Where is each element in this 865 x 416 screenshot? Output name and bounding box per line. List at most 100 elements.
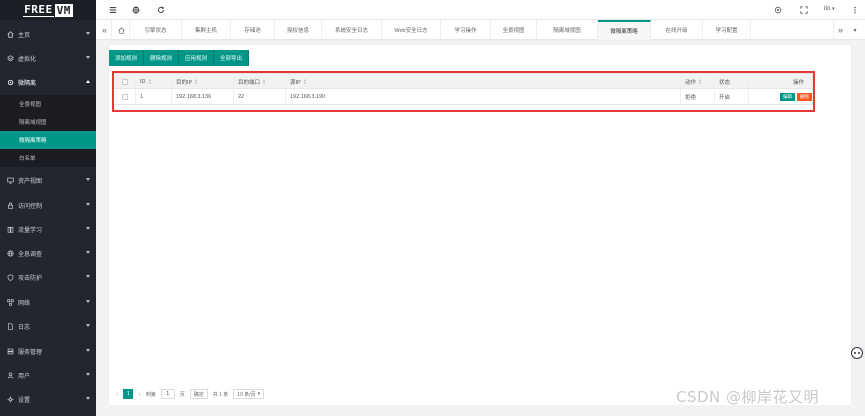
fullscreen-icon[interactable]: [799, 5, 809, 15]
sidebar-item-label: 日志: [18, 324, 31, 331]
gear-icon: [7, 79, 14, 86]
sort-icon[interactable]: [699, 79, 702, 84]
sidebar-item-assets[interactable]: 资产视图: [0, 169, 96, 191]
tab-online-upgrade[interactable]: 在线升级: [651, 20, 703, 40]
chevron-down-icon: [86, 32, 90, 35]
tab-isolation-domain[interactable]: 隔离域视图: [537, 20, 598, 40]
theme-icon[interactable]: [773, 5, 783, 15]
tab-bar: « 引擎状态 集群主机 存储池 授权信息 系统安全日志 Web安全日志 学习操作…: [96, 20, 865, 40]
watermark-text: CSDN @柳岸花又明: [676, 388, 820, 406]
column-header-src-ip[interactable]: 源IP: [286, 74, 681, 89]
sort-icon[interactable]: [148, 79, 151, 84]
apply-rule-button[interactable]: 应用规则: [179, 50, 215, 66]
assistant-float-icon[interactable]: [851, 347, 863, 359]
chevron-down-icon: [86, 56, 90, 59]
sidebar: FREE VM 主页 虚拟化 微隔离 全景视图 隔离域视图 微隔离策略 白名单: [0, 0, 96, 416]
chevron-down-icon: [86, 203, 90, 206]
row-checkbox[interactable]: [114, 89, 136, 104]
column-header-dst-port[interactable]: 目的端口: [234, 74, 286, 89]
sidebar-subitem-panorama[interactable]: 全景视图: [0, 95, 96, 113]
cell-dst-port: 22: [234, 89, 286, 104]
sidebar-item-traffic-learning[interactable]: 流量学习: [0, 218, 96, 240]
goto-confirm-button[interactable]: 确定: [189, 389, 208, 399]
user-name: ito: [824, 6, 831, 12]
sidebar-item-label: 虚拟化: [18, 56, 37, 63]
refresh-icon[interactable]: [156, 5, 166, 15]
home-tab-icon[interactable]: [114, 20, 130, 40]
tab-engine-status[interactable]: 引擎状态: [130, 20, 182, 40]
sidebar-item-logs[interactable]: 日志: [0, 315, 96, 337]
tab-learning-ops[interactable]: 学习操作: [441, 20, 491, 40]
page-size-select[interactable]: 10 条/页 ▾: [233, 389, 265, 399]
sidebar-subitem-isolation-domain[interactable]: 隔离域视图: [0, 113, 96, 131]
lock-icon: [7, 202, 14, 209]
policy-table: ID 目的IP 目的端口 源IP 动作 状态 操作 1 192.168.3.13…: [113, 73, 813, 105]
sidebar-item-investigation[interactable]: 全息调查: [0, 242, 96, 264]
file-icon: [7, 322, 14, 330]
column-header-dst-ip[interactable]: 目的IP: [172, 74, 234, 89]
sidebar-subitem-micro-policy[interactable]: 微隔离策略: [0, 131, 96, 149]
sidebar-item-virtualization[interactable]: 虚拟化: [0, 47, 96, 69]
column-header-operations: 操作: [792, 79, 804, 86]
delete-button[interactable]: 删除: [797, 92, 812, 101]
select-all-checkbox[interactable]: [114, 74, 136, 89]
tab-scroll-left-icon[interactable]: «: [98, 20, 112, 40]
shield-icon: [7, 273, 14, 281]
sidebar-submenu: 全景视图 隔离域视图 微隔离策略 白名单: [0, 95, 96, 167]
chevron-down-icon: [86, 300, 90, 303]
tab-license-info[interactable]: 授权信息: [275, 20, 322, 40]
sidebar-item-service-management[interactable]: 服务管理: [0, 340, 96, 362]
sidebar-item-attack-protection[interactable]: 攻击防护: [0, 266, 96, 288]
sort-icon[interactable]: [195, 79, 198, 84]
chevron-down-icon: [86, 373, 90, 376]
tab-menu-icon[interactable]: ▾: [848, 20, 862, 40]
server-icon: [7, 348, 14, 355]
column-header-action[interactable]: 动作: [681, 74, 715, 89]
sidebar-item-users[interactable]: 用户: [0, 364, 96, 386]
tab-cluster-hosts[interactable]: 集群主机: [182, 20, 231, 40]
tab-learning-config[interactable]: 学习配置: [703, 20, 751, 40]
menu-toggle-icon[interactable]: [108, 5, 118, 15]
tab-system-security-log[interactable]: 系统安全日志: [322, 20, 382, 40]
tab-web-security-log[interactable]: Web安全日志: [382, 20, 441, 40]
more-icon[interactable]: [850, 5, 860, 15]
sidebar-item-label: 全息调查: [18, 251, 43, 258]
page-number-current[interactable]: 1: [123, 389, 134, 399]
layers-icon: [7, 54, 14, 62]
tab-panorama[interactable]: 全景视图: [491, 20, 537, 40]
goto-page-input[interactable]: 1: [160, 389, 175, 399]
prev-page-icon[interactable]: ‹: [116, 391, 118, 398]
globe-icon[interactable]: [131, 5, 141, 15]
sidebar-item-network[interactable]: 网络: [0, 291, 96, 313]
tab-scroll-right-icon[interactable]: »: [833, 20, 847, 40]
sidebar-item-label: 服务管理: [18, 349, 43, 356]
user-menu[interactable]: ito ▾: [824, 6, 835, 12]
tab-micro-policy[interactable]: 微隔离策略: [598, 20, 651, 40]
network-icon: [7, 298, 14, 306]
sort-icon[interactable]: [303, 79, 306, 84]
delete-rule-button[interactable]: 删除规则: [144, 50, 180, 66]
export-all-button[interactable]: 全部导出: [214, 50, 250, 66]
chevron-down-icon: ▾: [832, 6, 835, 12]
sidebar-item-label: 攻击防护: [18, 275, 43, 282]
sidebar-item-label: 主页: [18, 32, 31, 39]
total-count: 共 1 条: [212, 391, 229, 398]
sidebar-item-settings[interactable]: 设置: [0, 388, 96, 410]
sidebar-subitem-whitelist[interactable]: 白名单: [0, 149, 96, 167]
next-page-icon[interactable]: ›: [138, 391, 140, 398]
globe-icon: [7, 249, 14, 257]
column-header-id[interactable]: ID: [136, 74, 172, 89]
sidebar-item-access-control[interactable]: 访问控制: [0, 194, 96, 216]
tab-storage-pool[interactable]: 存储池: [231, 20, 275, 40]
goto-label: 到第: [145, 391, 156, 398]
sidebar-item-micro-isolation[interactable]: 微隔离: [0, 71, 96, 93]
cell-operations: 编辑 删除: [749, 89, 812, 104]
monitor-icon: [7, 177, 14, 184]
sidebar-item-home[interactable]: 主页: [0, 23, 96, 45]
edit-button[interactable]: 编辑: [780, 92, 795, 101]
app-logo[interactable]: FREE VM: [0, 0, 96, 20]
sort-icon[interactable]: [263, 79, 266, 84]
chevron-up-icon: [86, 80, 90, 83]
add-rule-button[interactable]: 添加规则: [109, 50, 145, 66]
logo-text-free: FREE: [23, 3, 54, 17]
